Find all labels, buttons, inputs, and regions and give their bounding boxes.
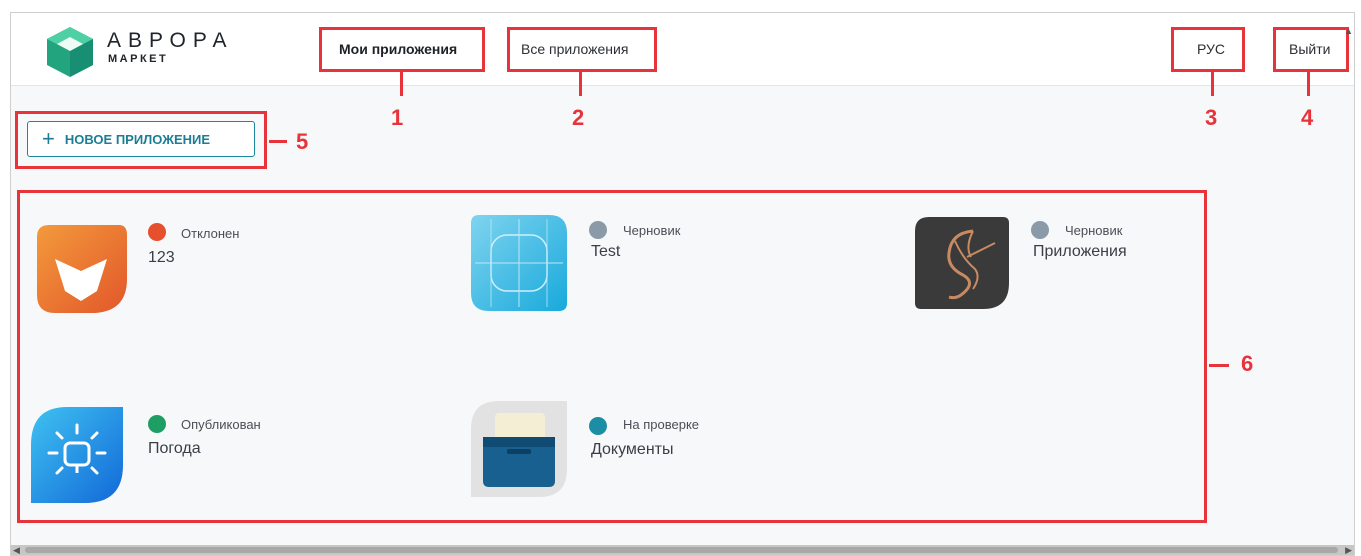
annotation-number-3: 3 bbox=[1205, 105, 1218, 130]
aurora-cube-icon bbox=[47, 27, 93, 77]
annotation-number-4: 4 bbox=[1301, 105, 1314, 130]
annotation-box-4 bbox=[1273, 27, 1349, 72]
scrollbar-thumb[interactable] bbox=[25, 547, 1338, 553]
annotation-box-5 bbox=[15, 111, 267, 169]
annotation-line-6 bbox=[1209, 364, 1229, 367]
annotation-line-2 bbox=[579, 72, 582, 96]
annotation-line-3 bbox=[1211, 72, 1214, 96]
aurora-market-logo[interactable]: АВРОРА МАРКЕТ bbox=[45, 23, 265, 79]
annotation-line-4 bbox=[1307, 72, 1310, 96]
scroll-up-icon[interactable]: ▲ bbox=[1344, 26, 1353, 36]
annotation-box-6 bbox=[17, 190, 1207, 523]
logo-subtitle: МАРКЕТ bbox=[108, 53, 169, 65]
annotation-number-6: 6 bbox=[1241, 351, 1254, 376]
annotation-box-1 bbox=[319, 27, 485, 72]
annotation-number-5: 5 bbox=[296, 129, 309, 154]
browser-viewport: АВРОРА МАРКЕТ Мои приложения Все приложе… bbox=[10, 12, 1355, 556]
top-header: АВРОРА МАРКЕТ Мои приложения Все приложе… bbox=[11, 13, 1354, 86]
annotation-line-5 bbox=[269, 140, 287, 143]
annotation-line-1 bbox=[400, 72, 403, 96]
logo-title: АВРОРА bbox=[107, 29, 234, 52]
annotation-box-2 bbox=[507, 27, 657, 72]
annotation-number-1: 1 bbox=[391, 105, 404, 130]
annotation-number-2: 2 bbox=[572, 105, 585, 130]
annotation-box-3 bbox=[1171, 27, 1245, 72]
